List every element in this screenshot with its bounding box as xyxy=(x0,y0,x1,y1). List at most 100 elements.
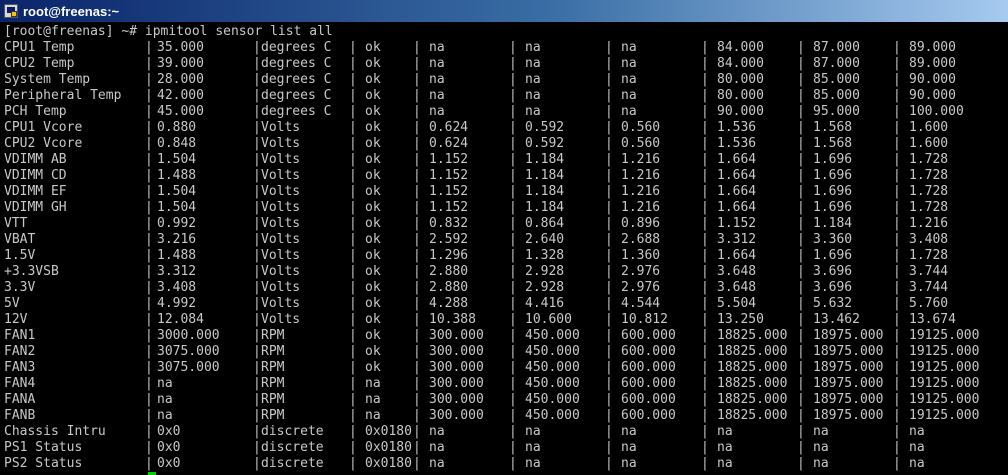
sensor-name: CPU2 Vcore xyxy=(4,136,83,151)
sensor-lnr: 1.152 xyxy=(429,152,469,167)
sensor-unr: 19125.000 xyxy=(909,392,980,407)
column-separator: | xyxy=(605,408,613,423)
terminal-output[interactable]: [root@freenas] ~# ipmitool sensor list a… xyxy=(0,23,1008,475)
column-separator: | xyxy=(701,120,709,135)
sensor-row: | | | | | | | | | PS2 Status 0x0 discrete 0x0180 na na… xyxy=(0,456,1008,472)
column-separator: | xyxy=(605,376,613,391)
sensor-ucr: 18975.000 xyxy=(813,408,884,423)
sensor-unr: 1.728 xyxy=(909,184,949,199)
column-separator: | xyxy=(145,40,153,55)
sensor-lnr: 1.152 xyxy=(429,184,469,199)
sensor-status: ok xyxy=(365,56,381,71)
sensor-unc: 1.536 xyxy=(717,136,757,151)
column-separator: | xyxy=(413,408,421,423)
sensor-unr: 89.000 xyxy=(909,56,956,71)
sensor-unc: 13.250 xyxy=(717,312,764,327)
sensor-value: 12.084 xyxy=(157,312,204,327)
column-separator: | xyxy=(701,184,709,199)
sensor-row: | | | | | | | | | CPU2 Temp 39.000 degrees C ok na na n… xyxy=(0,56,1008,72)
column-separator: | xyxy=(797,248,805,263)
column-separator: | xyxy=(701,344,709,359)
column-separator: | xyxy=(701,72,709,87)
sensor-lnr: 300.000 xyxy=(429,360,484,375)
column-separator: | xyxy=(893,120,901,135)
sensor-ucr: 18975.000 xyxy=(813,344,884,359)
column-separator: | xyxy=(349,200,357,215)
column-separator: | xyxy=(605,280,613,295)
column-separator: | xyxy=(349,232,357,247)
sensor-name: PS2 Status xyxy=(4,456,83,471)
sensor-lnr: 300.000 xyxy=(429,392,484,407)
sensor-unr: 3.744 xyxy=(909,264,949,279)
column-separator: | xyxy=(349,216,357,231)
sensor-unr: 1.600 xyxy=(909,120,949,135)
column-separator: | xyxy=(349,312,357,327)
window-title: root@freenas:~ xyxy=(23,3,120,19)
column-separator: | xyxy=(349,120,357,135)
sensor-unr: 90.000 xyxy=(909,72,956,87)
column-separator: | xyxy=(893,152,901,167)
column-separator: | xyxy=(145,152,153,167)
column-separator: | xyxy=(145,184,153,199)
sensor-ucr: 95.000 xyxy=(813,104,860,119)
sensor-lnc: 0.560 xyxy=(621,120,661,135)
column-separator: | xyxy=(701,104,709,119)
sensor-lcr: 450.000 xyxy=(525,408,580,423)
window-titlebar[interactable]: root@freenas:~ xyxy=(0,0,1008,22)
sensor-ucr: 1.696 xyxy=(813,168,853,183)
sensor-lnr: na xyxy=(429,424,445,439)
sensor-lnr: 2.880 xyxy=(429,280,469,295)
column-separator: | xyxy=(701,360,709,375)
column-separator: | xyxy=(509,312,517,327)
column-separator: | xyxy=(253,440,261,455)
sensor-lnc: 1.216 xyxy=(621,184,661,199)
sensor-row: | | | | | | | | | 12V 12.084 Volts ok 10.388 10.600 10.… xyxy=(0,312,1008,328)
column-separator: | xyxy=(797,264,805,279)
sensor-unc: 18825.000 xyxy=(717,376,788,391)
column-separator: | xyxy=(797,296,805,311)
column-separator: | xyxy=(413,424,421,439)
column-separator: | xyxy=(509,328,517,343)
column-separator: | xyxy=(509,168,517,183)
sensor-value: 0x0 xyxy=(157,456,181,471)
sensor-status: ok xyxy=(365,184,381,199)
column-separator: | xyxy=(797,168,805,183)
column-separator: | xyxy=(349,168,357,183)
sensor-row: | | | | | | | | | VDIMM AB 1.504 Volts ok 1.152 1.184 1… xyxy=(0,152,1008,168)
sensor-value: 28.000 xyxy=(157,72,204,87)
sensor-ucr: 85.000 xyxy=(813,88,860,103)
sensor-unit: RPM xyxy=(261,376,285,391)
column-separator: | xyxy=(509,40,517,55)
column-separator: | xyxy=(349,456,357,471)
sensor-status: ok xyxy=(365,136,381,151)
sensor-lcr: 0.864 xyxy=(525,216,565,231)
sensor-unit: Volts xyxy=(261,312,301,327)
column-separator: | xyxy=(797,216,805,231)
column-separator: | xyxy=(797,312,805,327)
column-separator: | xyxy=(253,232,261,247)
column-separator: | xyxy=(349,152,357,167)
sensor-unit: Volts xyxy=(261,248,301,263)
sensor-unc: 80.000 xyxy=(717,72,764,87)
sensor-lnc: 10.812 xyxy=(621,312,668,327)
sensor-name: CPU2 Temp xyxy=(4,56,75,71)
column-separator: | xyxy=(605,328,613,343)
putty-terminal-icon[interactable] xyxy=(4,4,18,18)
sensor-lnc: 4.544 xyxy=(621,296,661,311)
sensor-value: 3075.000 xyxy=(157,360,220,375)
sensor-unit: Volts xyxy=(261,232,301,247)
sensor-lnc: 2.688 xyxy=(621,232,661,247)
sensor-ucr: na xyxy=(813,424,829,439)
sensor-lnc: na xyxy=(621,104,637,119)
column-separator: | xyxy=(701,152,709,167)
column-separator: | xyxy=(145,456,153,471)
column-separator: | xyxy=(893,184,901,199)
column-separator: | xyxy=(253,88,261,103)
sensor-ucr: 87.000 xyxy=(813,56,860,71)
sensor-name: 1.5V xyxy=(4,248,36,263)
sensor-lnr: na xyxy=(429,440,445,455)
column-separator: | xyxy=(413,280,421,295)
sensor-status: ok xyxy=(365,248,381,263)
column-separator: | xyxy=(605,424,613,439)
sensor-lcr: na xyxy=(525,40,541,55)
